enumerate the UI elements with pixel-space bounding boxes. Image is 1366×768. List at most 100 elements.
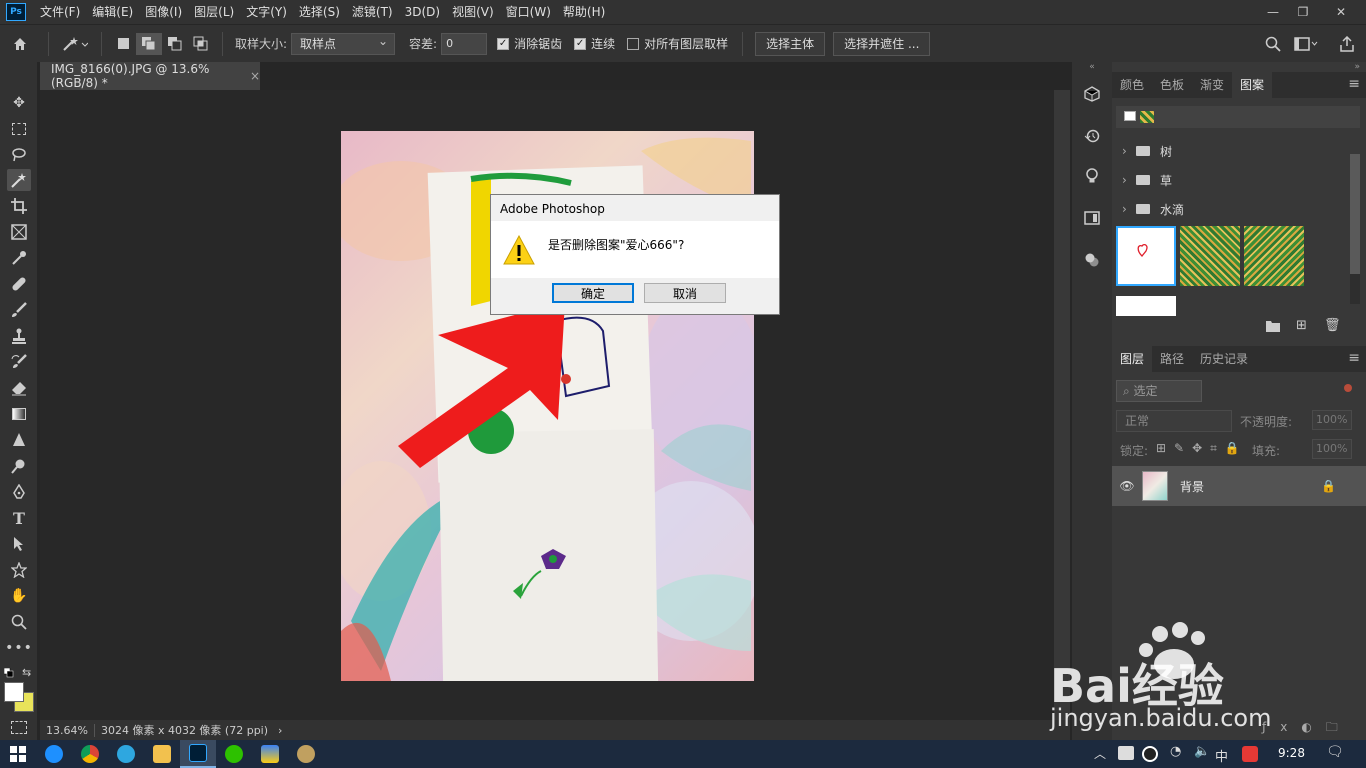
new-pattern-icon[interactable]: ⊞ (1296, 318, 1307, 333)
menu-filter[interactable]: 滤镜(T) (346, 0, 399, 24)
close-tab-icon[interactable]: × (250, 69, 260, 83)
app-icon[interactable] (252, 740, 288, 768)
move-tool-icon[interactable]: ✥ (7, 92, 31, 114)
volume-icon[interactable]: 🔈 (1194, 744, 1210, 759)
recent-pattern-grass[interactable] (1140, 111, 1154, 123)
patterns-scrollbar[interactable] (1350, 154, 1360, 304)
panel-menu-icon[interactable]: ≡ (1348, 76, 1360, 92)
layer-row-background[interactable]: 👁 背景 🔒 (1112, 466, 1366, 506)
home-icon[interactable] (0, 33, 40, 55)
add-selection-icon[interactable] (136, 32, 162, 55)
tab-color[interactable]: 颜色 (1112, 72, 1152, 98)
hand-tool-icon[interactable]: ✋ (7, 585, 31, 607)
file-explorer-icon[interactable] (144, 740, 180, 768)
marquee-tool-icon[interactable] (7, 118, 31, 140)
default-colors-icon[interactable] (3, 667, 14, 678)
pattern-thumb-heart[interactable] (1116, 226, 1176, 286)
minimize-icon[interactable]: — (1258, 0, 1288, 24)
menu-image[interactable]: 图像(I) (139, 0, 188, 24)
workspace-icon[interactable] (1292, 33, 1320, 55)
pen-tool-icon[interactable] (7, 481, 31, 503)
gradient-tool-icon[interactable] (7, 403, 31, 425)
learn-panel-icon[interactable] (1080, 164, 1104, 188)
menu-view[interactable]: 视图(V) (446, 0, 500, 24)
pattern-thumb-grass[interactable] (1180, 226, 1240, 286)
blend-mode-select[interactable]: 正常 (1116, 410, 1232, 432)
ok-button[interactable]: 确定 (552, 283, 634, 303)
swap-colors-icon[interactable]: ⇆ (22, 666, 31, 679)
opacity-input[interactable]: 100% (1312, 410, 1352, 430)
new-selection-icon[interactable] (110, 33, 136, 55)
blur-tool-icon[interactable] (7, 429, 31, 451)
zoom-tool-icon[interactable] (7, 611, 31, 633)
tolerance-input[interactable] (441, 32, 488, 55)
subtract-selection-icon[interactable] (162, 33, 188, 55)
healing-brush-tool-icon[interactable] (7, 273, 31, 295)
type-tool-icon[interactable]: T (7, 507, 31, 529)
lasso-tool-icon[interactable] (7, 144, 31, 166)
photoshop-taskbar-icon[interactable] (180, 740, 216, 768)
tab-history[interactable]: 历史记录 (1192, 346, 1256, 372)
input-method-icon[interactable] (1242, 746, 1258, 762)
intersect-selection-icon[interactable] (188, 33, 214, 55)
magic-wand-tool-icon[interactable] (7, 169, 31, 191)
shape-tool-icon[interactable] (7, 559, 31, 581)
layer-filter-select[interactable]: ⌕ 选定 (1116, 380, 1202, 402)
collapse-icon[interactable]: « (1072, 62, 1112, 72)
cancel-button[interactable]: 取消 (644, 283, 726, 303)
3d-panel-icon[interactable] (1080, 82, 1104, 106)
select-subject-button[interactable]: 选择主体 (755, 31, 826, 56)
pattern-thumb-partial[interactable] (1116, 296, 1176, 316)
libraries-panel-icon[interactable] (1080, 206, 1104, 230)
select-and-mask-button[interactable]: 选择并遮住 ... (833, 31, 931, 56)
menu-help[interactable]: 帮助(H) (557, 0, 611, 24)
antialias-checkbox[interactable]: ✓ 消除锯齿 (497, 35, 562, 52)
history-panel-icon[interactable] (1080, 124, 1104, 148)
menu-select[interactable]: 选择(S) (293, 0, 346, 24)
contiguous-checkbox[interactable]: ✓ 连续 (574, 35, 615, 52)
tab-paths[interactable]: 路径 (1152, 346, 1192, 372)
quick-mask-icon[interactable] (11, 721, 27, 734)
sample-size-select[interactable]: 取样点 (291, 31, 396, 55)
eye-icon[interactable]: 👁 (1112, 479, 1142, 493)
new-group-icon[interactable] (1266, 320, 1280, 336)
path-selection-tool-icon[interactable] (7, 533, 31, 555)
menu-window[interactable]: 窗口(W) (500, 0, 557, 24)
ie-browser-icon[interactable] (36, 740, 72, 768)
panel-menu-icon[interactable]: ≡ (1348, 350, 1360, 366)
clone-stamp-tool-icon[interactable] (7, 325, 31, 347)
fill-input[interactable]: 100% (1312, 439, 1352, 459)
photoshop-logo[interactable]: Ps (6, 3, 26, 21)
share-icon[interactable] (1336, 33, 1358, 55)
menu-file[interactable]: 文件(F) (34, 0, 86, 24)
clock[interactable]: 9:28 (1278, 746, 1305, 760)
windows-start-icon[interactable] (0, 740, 36, 768)
all-layers-checkbox[interactable]: 对所有图层取样 (627, 35, 728, 52)
pattern-thumb-grass[interactable] (1244, 226, 1304, 286)
pattern-folder-trees[interactable]: › 树 (1122, 138, 1172, 164)
zoom-level[interactable]: 13.64% (40, 723, 95, 737)
dodge-tool-icon[interactable] (7, 455, 31, 477)
tab-swatches[interactable]: 色板 (1152, 72, 1192, 98)
ime-indicator[interactable]: 中 (1215, 746, 1228, 765)
menu-3d[interactable]: 3D(D) (399, 0, 446, 24)
menu-layer[interactable]: 图层(L) (188, 0, 240, 24)
lock-options-icons[interactable]: ⊞✎✥⌗🔒 (1156, 441, 1248, 456)
tab-gradients[interactable]: 渐变 (1192, 72, 1232, 98)
restore-icon[interactable]: ❐ (1288, 0, 1318, 24)
collapse-panels-icon[interactable]: » (1354, 62, 1360, 72)
tab-patterns[interactable]: 图案 (1232, 72, 1273, 98)
wechat-icon[interactable] (216, 740, 252, 768)
network-icon[interactable]: ◔ (1170, 744, 1181, 759)
tab-layers[interactable]: 图层 (1112, 346, 1153, 372)
pattern-folder-grass[interactable]: › 草 (1122, 167, 1172, 193)
more-tools-icon[interactable]: ••• (5, 637, 32, 659)
pattern-folder-water-drops[interactable]: › 水滴 (1122, 196, 1184, 222)
search-icon[interactable] (1262, 33, 1284, 55)
close-window-icon[interactable]: ✕ (1326, 0, 1356, 24)
recent-pattern-heart[interactable] (1124, 111, 1136, 121)
chrome-icon[interactable] (72, 740, 108, 768)
menu-edit[interactable]: 编辑(E) (86, 0, 139, 24)
adjustments-panel-icon[interactable] (1080, 248, 1104, 272)
frame-tool-icon[interactable] (7, 221, 31, 243)
